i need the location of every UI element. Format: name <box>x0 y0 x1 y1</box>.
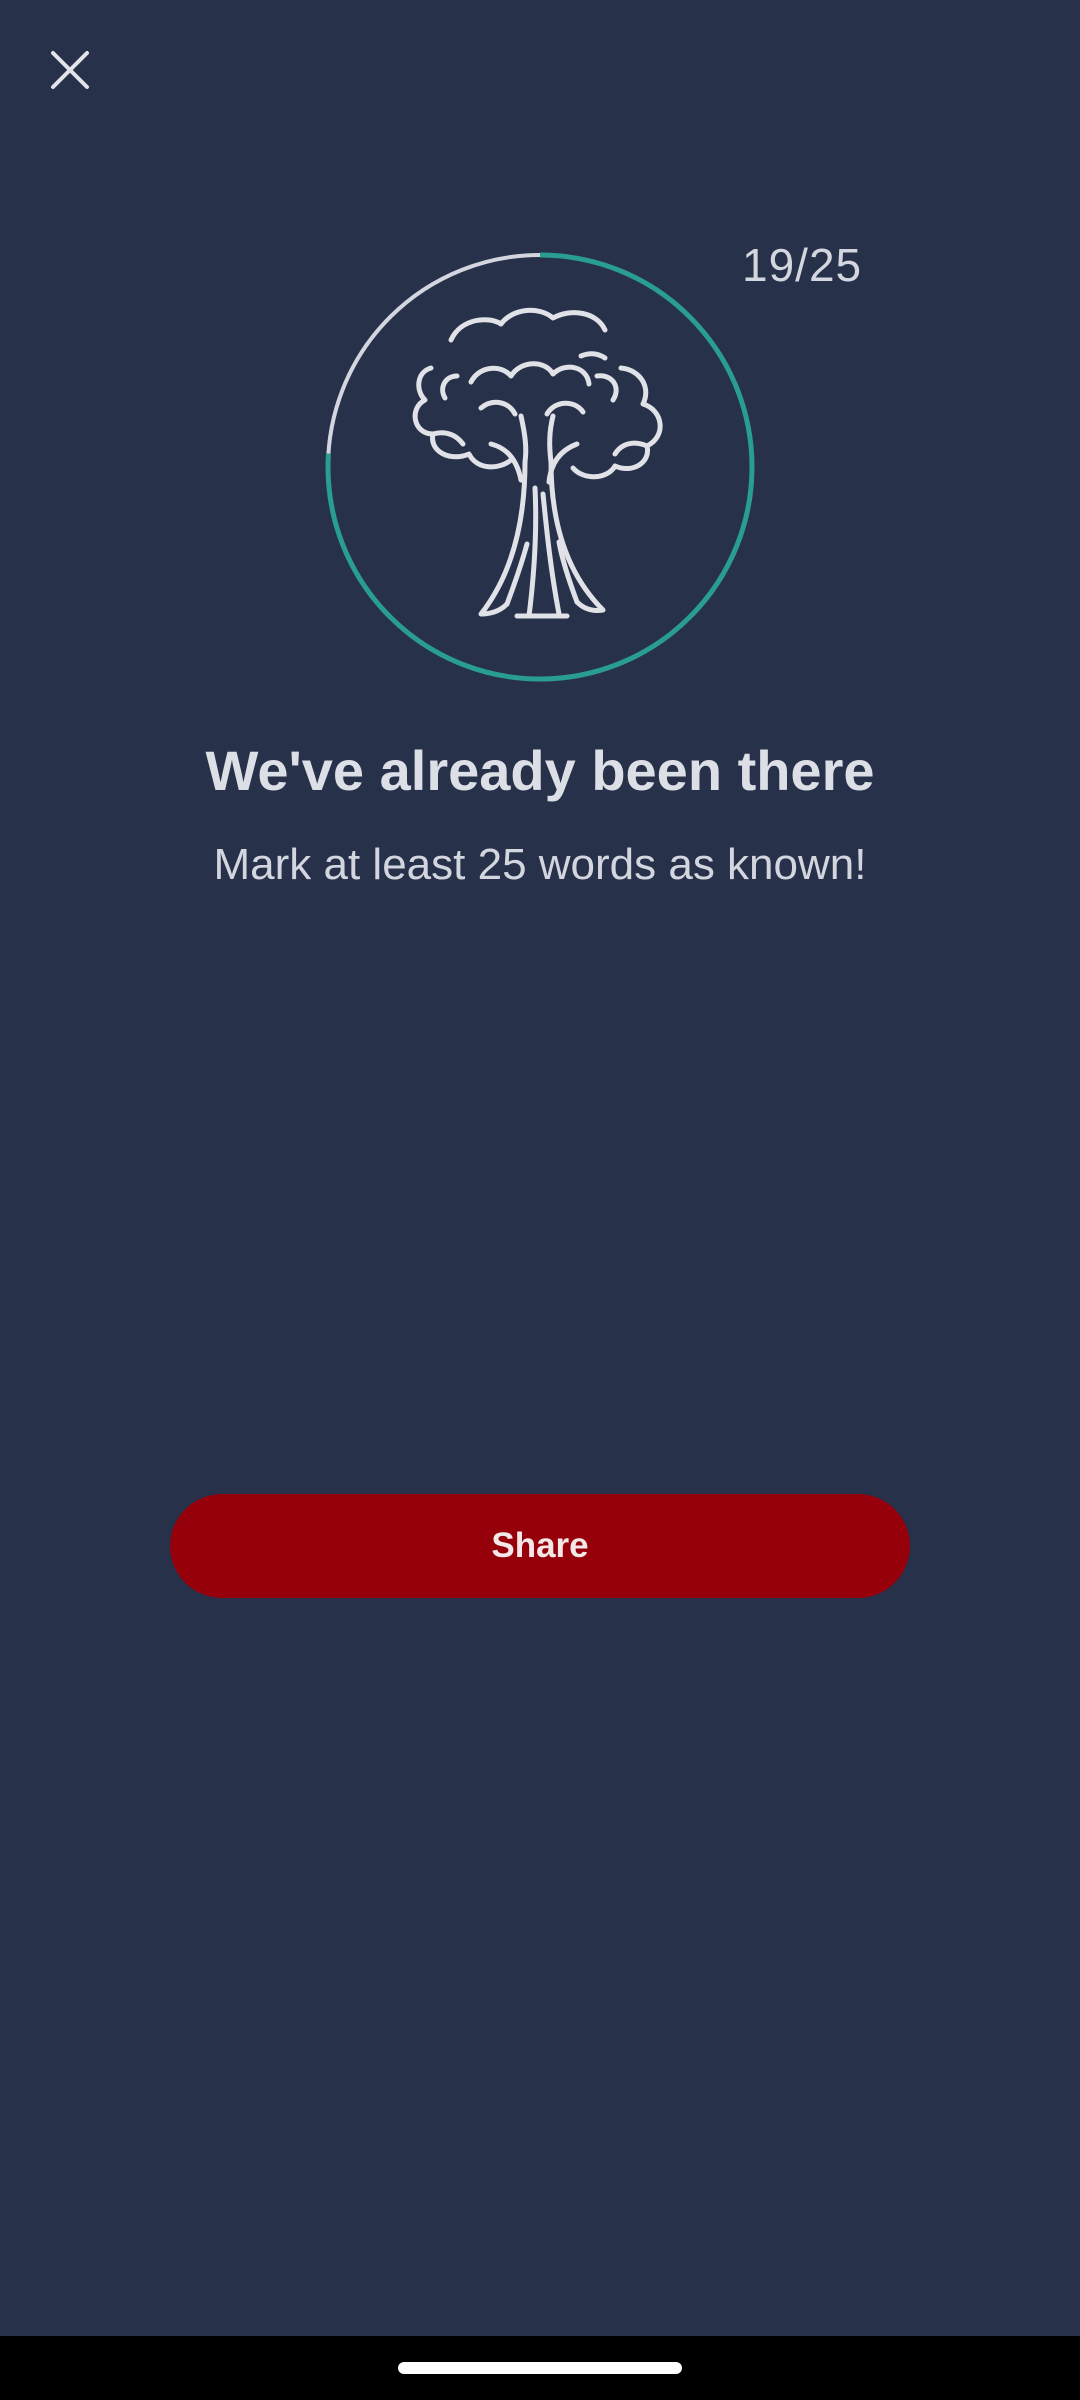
achievement-badge <box>321 248 759 686</box>
progress-ring <box>325 252 755 682</box>
close-button[interactable] <box>30 30 110 110</box>
achievement-screen: 19/25 We've already been there Mark at l… <box>0 0 1080 2400</box>
close-icon <box>51 51 89 89</box>
progress-count: 19/25 <box>742 239 863 291</box>
share-button[interactable]: Share <box>170 1494 910 1598</box>
tree-icon <box>412 307 663 619</box>
achievement-title: We've already been there <box>205 739 875 802</box>
achievement-subtitle: Mark at least 25 words as known! <box>213 840 867 889</box>
home-indicator[interactable] <box>398 2362 682 2374</box>
